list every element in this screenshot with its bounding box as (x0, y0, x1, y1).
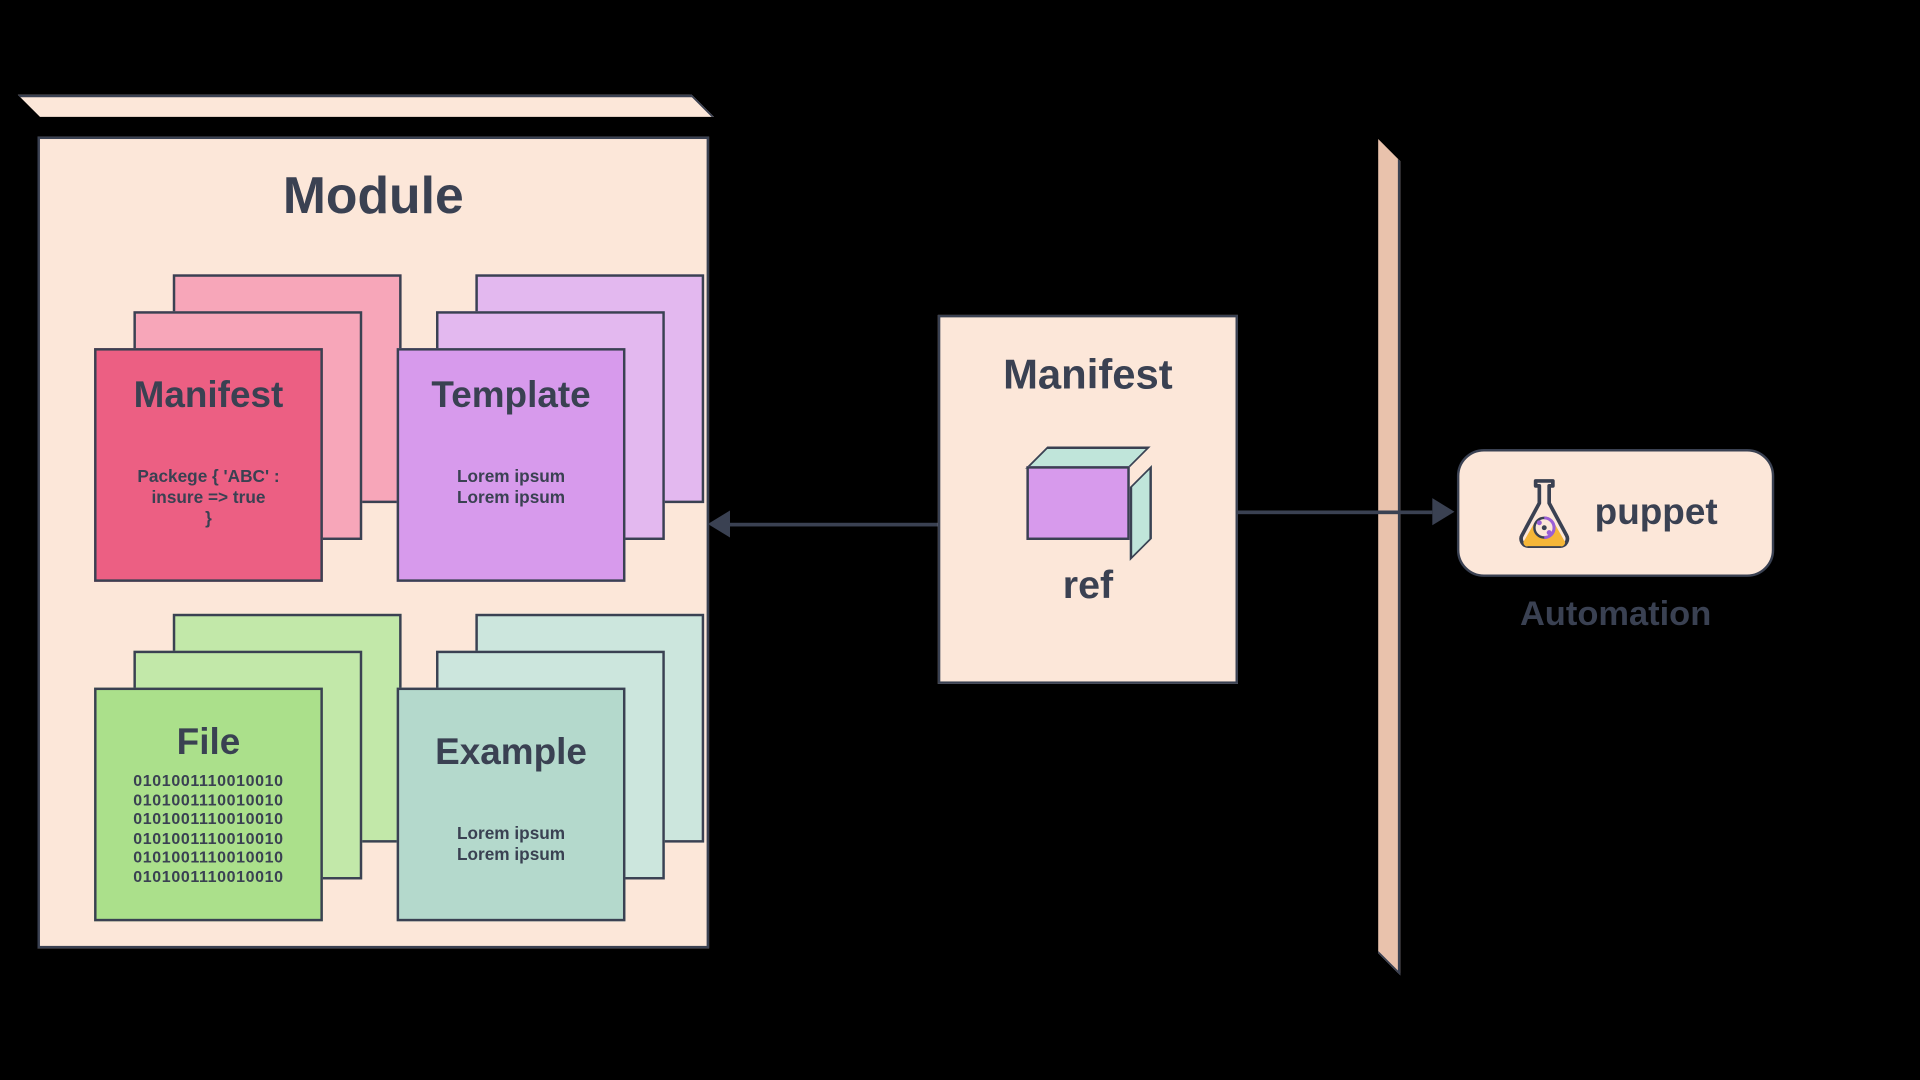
example-card-body: Lorem ipsum Lorem ipsum (399, 823, 623, 864)
template-card-title: Template (399, 375, 623, 417)
ref-cube-front (1026, 466, 1129, 540)
manifest-card-title: Manifest (97, 375, 321, 417)
module-panel: Module Manifest Packege { 'ABC' : insure… (38, 137, 710, 949)
puppet-caption: Automation (1457, 594, 1774, 633)
example-card-stack: Example Lorem ipsum Lorem ipsum (397, 614, 663, 924)
puppet-flask-icon (1514, 476, 1576, 550)
manifest-card-front: Manifest Packege { 'ABC' : insure => tru… (94, 348, 323, 582)
manifest-ref-label: ref (940, 562, 1235, 608)
template-card-body: Lorem ipsum Lorem ipsum (399, 466, 623, 507)
puppet-box: puppet (1457, 449, 1774, 577)
file-card-stack: File 0101001110010010 0101001110010010 0… (94, 614, 360, 924)
manifest-card-body: Packege { 'ABC' : insure => true } (97, 466, 321, 528)
template-card-stack: Template Lorem ipsum Lorem ipsum (397, 274, 663, 584)
file-card-front: File 0101001110010010 0101001110010010 0… (94, 688, 323, 922)
example-card-front: Example Lorem ipsum Lorem ipsum (397, 688, 626, 922)
ref-cube-icon (1026, 447, 1149, 526)
diagram-canvas: Module Manifest Packege { 'ABC' : insure… (10, 38, 1909, 1042)
module-panel-front-face: Module Manifest Packege { 'ABC' : insure… (38, 137, 710, 949)
template-card-front: Template Lorem ipsum Lorem ipsum (397, 348, 626, 582)
file-card-title: File (97, 722, 321, 764)
arrow-manifest-to-module (730, 523, 939, 527)
manifest-ref-panel: Manifest ref (938, 315, 1238, 684)
example-card-title: Example (399, 732, 623, 774)
manifest-ref-title: Manifest (940, 352, 1235, 400)
puppet-name: puppet (1595, 492, 1718, 534)
ref-cube-side (1130, 465, 1152, 561)
manifest-card-stack: Manifest Packege { 'ABC' : insure => tru… (94, 274, 360, 584)
file-card-body: 0101001110010010 0101001110010010 010100… (97, 771, 321, 886)
module-title: Module (40, 166, 707, 225)
arrow-manifest-to-puppet (1238, 510, 1432, 514)
